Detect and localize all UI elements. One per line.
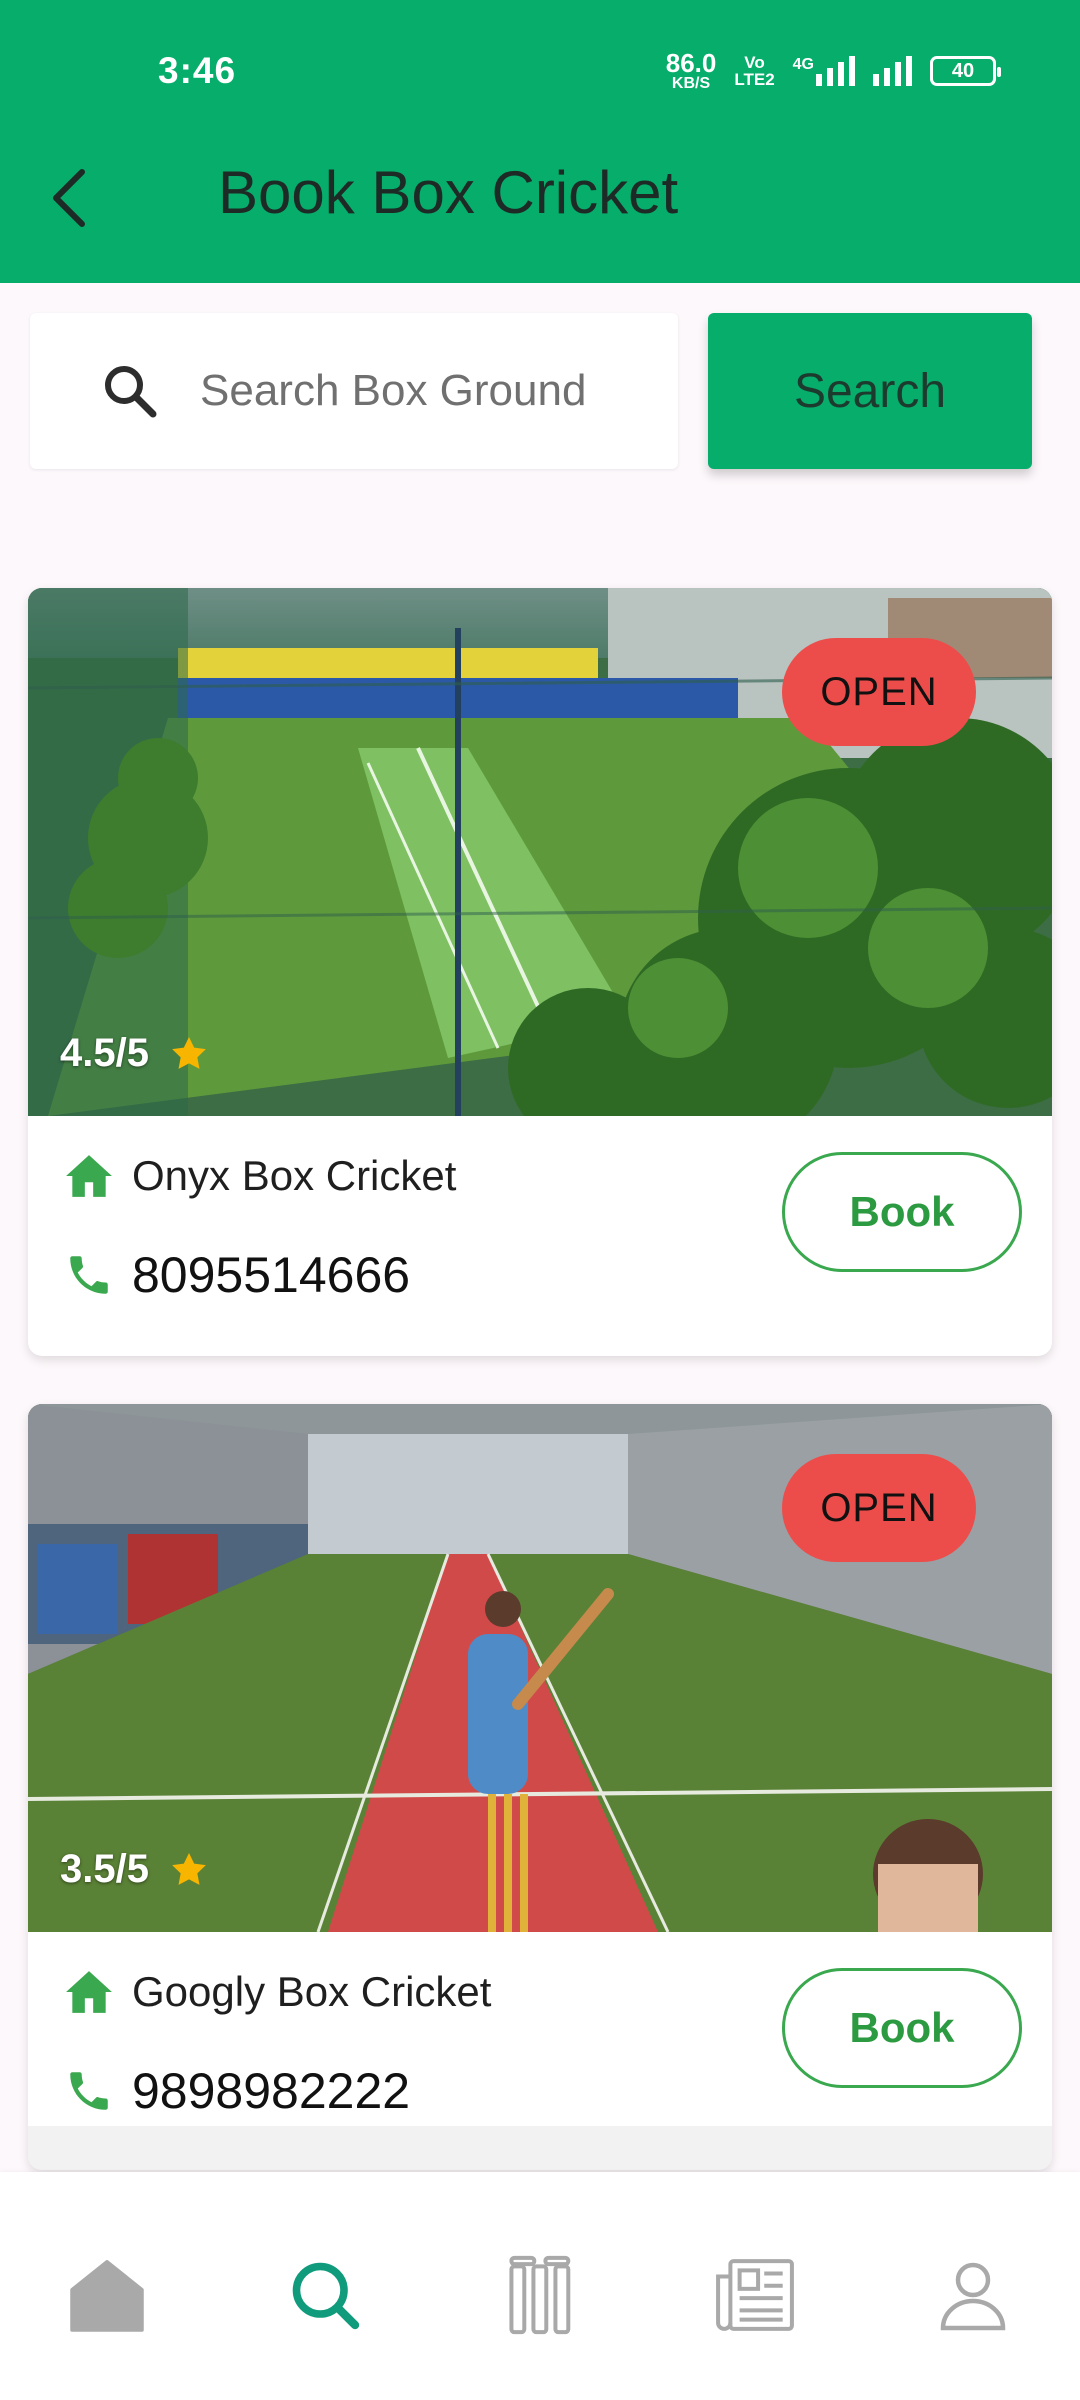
ground-name-row: Googly Box Cricket [64,1968,491,2016]
star-icon [172,1852,206,1885]
phone-icon [70,1256,108,1294]
search-input[interactable] [200,353,640,429]
ground-name-row: Onyx Box Cricket [64,1152,456,1200]
nav-search[interactable] [280,2250,370,2340]
ground-card[interactable]: OPEN 3.5/5 Googly Box Cricket 9898982222… [28,1404,1052,2170]
network-speed-value: 86.0 [665,48,717,78]
ground-phone-row: 9898982222 [64,2062,410,2120]
ground-phone[interactable]: 8095514666 [132,1246,410,1304]
network-speed-unit: KB/S [671,75,711,92]
sim1-signal-icon: 4G [793,56,855,86]
status-time: 3:46 [158,50,237,91]
ground-info: Onyx Box Cricket 8095514666 Book [28,1116,1052,1356]
volte-sublabel: LTE2 [734,70,775,89]
status-bar: 3:46 86.0 KB/S Vo LTE2 4G 40 [0,0,1080,140]
network-type: 4G [792,56,814,73]
nav-matches[interactable] [495,2250,585,2340]
search-button[interactable]: Search [708,313,1032,469]
ground-name: Onyx Box Cricket [132,1152,457,1199]
phone-icon [70,2072,108,2110]
status-badge: OPEN [782,1454,976,1562]
search-field[interactable] [30,313,678,469]
book-button[interactable]: Book [782,1152,1022,1272]
search-icon [292,2262,360,2330]
nav-home[interactable] [62,2250,152,2340]
nav-news[interactable] [710,2250,800,2340]
rating-value: 3.5/5 [60,1847,149,1891]
home-icon [66,1155,112,1197]
book-button[interactable]: Book [782,1968,1022,2088]
page-title: Book Box Cricket [218,159,679,226]
back-arrow-icon [53,169,85,227]
back-button[interactable] [38,160,98,236]
search-icon [105,366,157,418]
ground-photo: OPEN 3.5/5 [28,1404,1052,1932]
star-icon [172,1036,206,1069]
home-icon [70,2260,144,2332]
news-icon [716,2259,794,2331]
home-icon [66,1971,112,2013]
rating: 3.5/5 [60,1847,209,1892]
ground-phone-row: 8095514666 [64,1246,410,1304]
volte-label: Vo [744,53,765,72]
app-screen: 3:46 86.0 KB/S Vo LTE2 4G 40 Book Box Cr… [0,0,1080,2400]
profile-icon [940,2262,1006,2331]
status-badge: OPEN [782,638,976,746]
app-header: 3:46 86.0 KB/S Vo LTE2 4G 40 Book Box Cr… [0,0,1080,283]
ground-card[interactable]: OPEN 4.5/5 Onyx Box Cricket 8095514666 B… [28,588,1052,1356]
battery-icon: 40 [930,56,1001,86]
ground-info: Googly Box Cricket 9898982222 Book [28,1932,1052,2170]
ground-name: Googly Box Cricket [132,1968,492,2015]
battery-level: 40 [951,59,975,82]
stumps-icon [509,2255,571,2335]
ground-phone[interactable]: 9898982222 [132,2062,410,2120]
sim2-signal-icon [873,56,912,86]
status-icons: 86.0 KB/S Vo LTE2 4G 40 [666,48,1001,94]
rating: 4.5/5 [60,1031,209,1076]
nav-profile[interactable] [928,2250,1018,2340]
ground-photo: OPEN 4.5/5 [28,588,1052,1116]
bottom-nav [0,2172,1080,2400]
volte-indicator: Vo LTE2 [734,54,774,88]
network-speed: 86.0 KB/S [666,50,717,92]
rating-value: 4.5/5 [60,1031,149,1075]
